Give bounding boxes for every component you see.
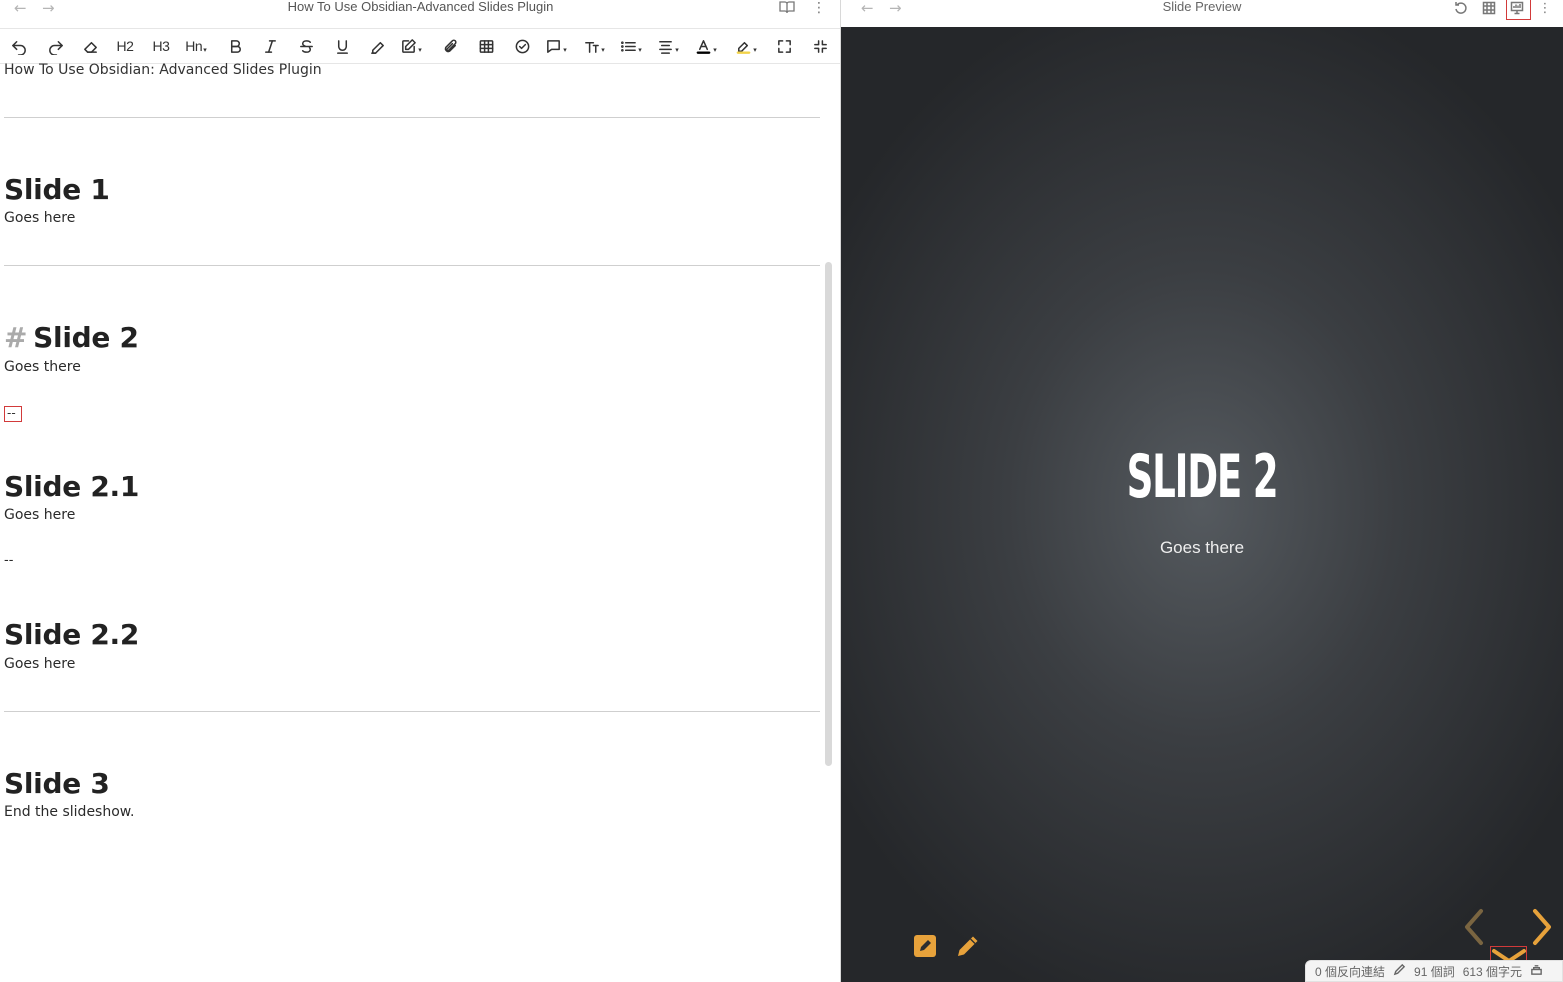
italic-icon[interactable] xyxy=(257,35,283,57)
slide2-body: Goes there xyxy=(4,359,81,375)
slide1-heading: Slide 1 xyxy=(4,173,110,206)
chevron-down-icon: ▾ xyxy=(563,47,567,54)
slide-heading: SLIDE 2 xyxy=(1126,442,1279,512)
editor-scrollbar[interactable] xyxy=(825,262,832,766)
slide1-body: Goes here xyxy=(4,210,76,226)
bold-icon[interactable] xyxy=(222,35,248,57)
prev-slide-arrow-icon[interactable] xyxy=(1461,907,1487,951)
editor-pane: ← → How To Use Obsidian-Advanced Slides … xyxy=(0,0,841,982)
backlinks-count[interactable]: 0 個反向連結 xyxy=(1315,963,1385,980)
text-color-icon[interactable]: ▾ xyxy=(693,35,719,57)
refresh-icon[interactable] xyxy=(1452,0,1470,16)
horizontal-rule xyxy=(4,265,820,266)
more-options-icon[interactable]: ⋮ xyxy=(812,0,826,16)
heading-n-button[interactable]: Hn ▾ xyxy=(183,35,209,57)
word-count: 91 個詞 xyxy=(1414,964,1455,979)
preview-header: ← → Slide Preview ⋮ xyxy=(841,0,1563,27)
next-slide-arrow-icon[interactable] xyxy=(1529,907,1555,951)
undo-icon[interactable] xyxy=(6,35,32,57)
heading-n-label: Hn xyxy=(185,38,203,54)
more-options-icon[interactable]: ⋮ xyxy=(1536,0,1554,16)
slide2-heading: Slide 2 xyxy=(33,321,139,354)
chevron-down-icon: ▾ xyxy=(713,47,717,54)
table-icon[interactable] xyxy=(473,35,499,57)
horizontal-rule xyxy=(4,711,820,712)
edit-square-icon[interactable] xyxy=(912,933,938,959)
chevron-down-icon: ▾ xyxy=(418,47,422,54)
slide22-body: Goes here xyxy=(4,656,76,672)
align-icon[interactable]: ▾ xyxy=(655,35,681,57)
slide2-heading-line: # Slide 2 xyxy=(4,321,139,354)
fill-color-icon[interactable]: ▾ xyxy=(733,35,759,57)
slide22-heading: Slide 2.2 xyxy=(4,618,140,651)
editor-window-title: How To Use Obsidian-Advanced Slides Plug… xyxy=(287,0,554,14)
presentation-highlight xyxy=(1506,0,1531,20)
shrink-icon[interactable] xyxy=(807,35,833,57)
chevron-down-icon: ▾ xyxy=(675,47,679,54)
slide21-body: Goes here xyxy=(4,507,76,523)
editor-header: ← → How To Use Obsidian-Advanced Slides … xyxy=(0,0,840,26)
highlighter-icon[interactable] xyxy=(364,35,390,57)
char-count: 613 個字元 xyxy=(1462,964,1523,979)
check-circle-icon[interactable] xyxy=(509,35,535,57)
horizontal-rule xyxy=(4,117,820,118)
paperclip-icon[interactable] xyxy=(437,35,463,57)
heading2-button[interactable]: H2 xyxy=(112,35,138,57)
comment-icon[interactable]: ▾ xyxy=(543,35,569,57)
slide3-heading: Slide 3 xyxy=(4,767,110,800)
heading3-button[interactable]: H3 xyxy=(148,35,174,57)
vertical-separator-selected[interactable]: -- xyxy=(4,406,22,422)
eraser-icon[interactable] xyxy=(77,35,103,57)
text-size-icon[interactable]: ▾ xyxy=(581,35,607,57)
editor-toolbar: H2 H3 Hn ▾ ▾ ▾ ▾ ▾ ▾ ▾ ▾ xyxy=(0,28,840,64)
reading-view-icon[interactable] xyxy=(779,0,795,18)
strikethrough-icon[interactable] xyxy=(293,35,319,57)
edit-box-icon[interactable]: ▾ xyxy=(398,35,424,57)
vertical-separator: -- xyxy=(4,553,14,568)
chevron-down-icon: ▾ xyxy=(601,47,605,54)
list-icon[interactable]: ▾ xyxy=(618,35,644,57)
slide-canvas[interactable]: SLIDE 2 Goes there xyxy=(841,27,1563,982)
edit-pencil-icon[interactable] xyxy=(1393,963,1406,979)
sync-icon[interactable] xyxy=(1530,963,1543,979)
fullscreen-icon[interactable] xyxy=(771,35,797,57)
status-bar: 0 個反向連結 91 個詞 613 個字元 xyxy=(1305,960,1563,982)
slide3-body: End the slideshow. xyxy=(4,804,135,820)
slide21-heading: Slide 2.1 xyxy=(4,470,140,503)
chevron-down-icon: ▾ xyxy=(753,47,757,54)
redo-icon[interactable] xyxy=(42,35,68,57)
grid-icon[interactable] xyxy=(1480,0,1498,16)
slide-body: Goes there xyxy=(1159,538,1245,557)
doc-title-line: How To Use Obsidian: Advanced Slides Plu… xyxy=(4,62,322,78)
chevron-down-icon: ▾ xyxy=(638,47,642,54)
pencil-icon[interactable] xyxy=(955,933,981,959)
preview-pane: ← → Slide Preview ⋮ SLIDE 2 Goes there xyxy=(841,0,1563,982)
heading-marker: # xyxy=(4,321,28,354)
underline-icon[interactable] xyxy=(329,35,355,57)
chevron-down-icon: ▾ xyxy=(203,47,207,54)
